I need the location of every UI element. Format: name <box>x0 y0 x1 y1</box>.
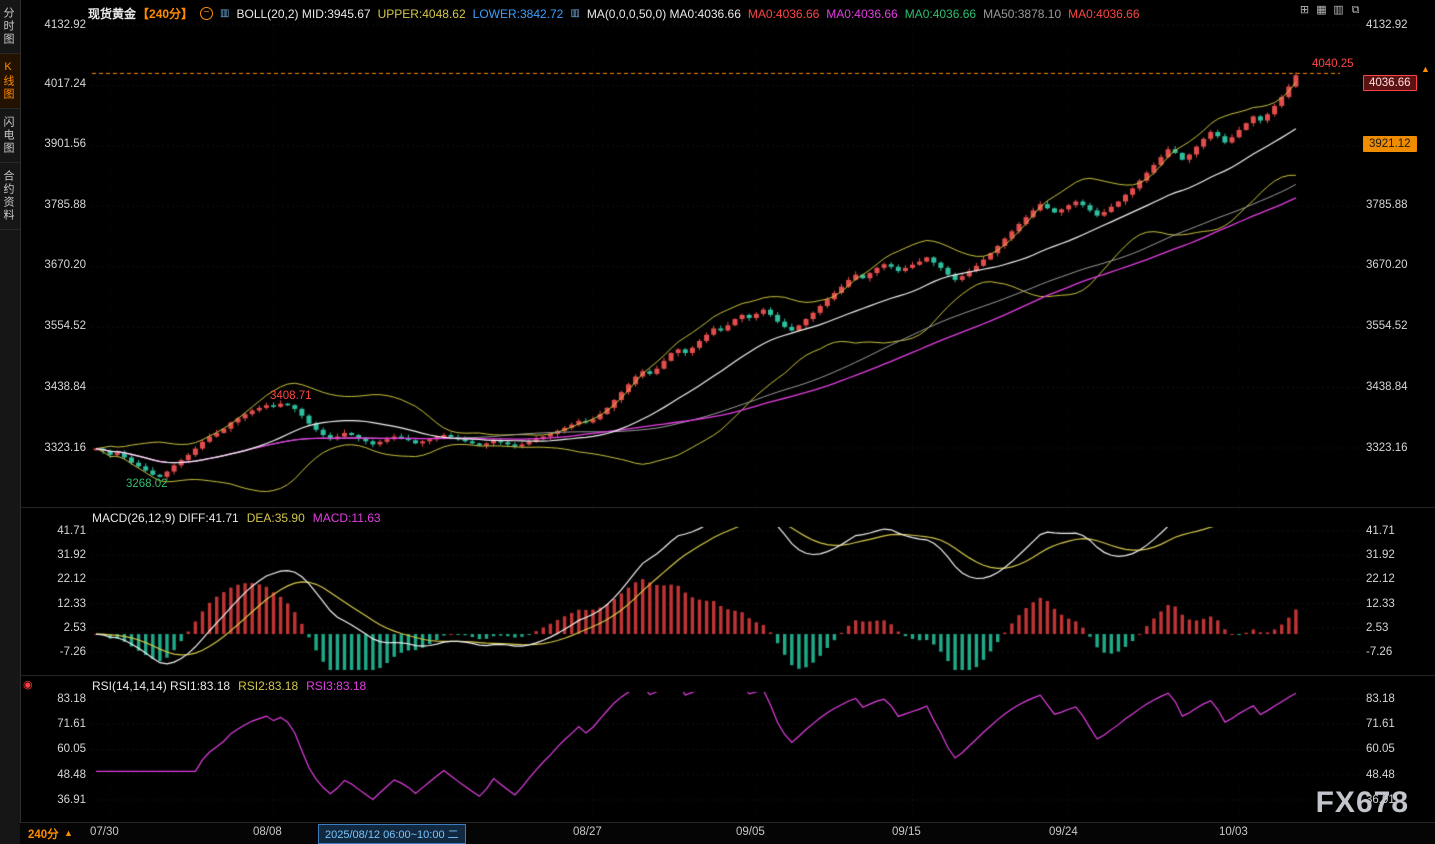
reference-price-tag: 3921.12 <box>1363 136 1417 152</box>
rsi3-value: RSI3:83.18 <box>306 679 366 693</box>
session-range-box[interactable]: 2025/08/12 06:00~10:00 二 <box>318 824 466 844</box>
rsi-axis-label: 83.18 <box>24 693 86 705</box>
ma-settings-icon[interactable]: ▥ <box>570 9 579 19</box>
sidebar-tab-kline[interactable]: K线图 <box>0 54 20 109</box>
last-price-tag: 4036.66 <box>1363 75 1417 91</box>
rsi-axis-label: 60.05 <box>24 743 86 755</box>
indicator-header-bar: 现货黄金 【240分】 − ▥ BOLL(20,2) MID:3945.67 U… <box>88 5 1140 22</box>
ma0-magenta-value: MA0:4036.66 <box>826 7 897 21</box>
time-tick-label: 09/15 <box>892 826 921 838</box>
macd-dea-value: DEA:35.90 <box>247 511 305 525</box>
add-window-icon[interactable]: ⊞ <box>1298 4 1311 17</box>
macd-axis-label: 2.53 <box>24 622 86 634</box>
price-axis-label: 3554.52 <box>1366 320 1432 332</box>
macd-axis-label: 41.71 <box>24 525 86 537</box>
fx678-watermark: FX678 <box>1316 786 1409 820</box>
ma-group-value: MA(0,0,0,50,0) MA0:4036.66 <box>587 7 741 21</box>
price-axis-label: 3670.20 <box>24 259 86 271</box>
period-up-arrow-icon[interactable]: ▲ <box>64 828 73 838</box>
rsi-axis-label: 60.05 <box>1366 743 1432 755</box>
macd-axis-label: 31.92 <box>24 549 86 561</box>
ma0-green-value: MA0:4036.66 <box>905 7 976 21</box>
period-label: 【240分】 <box>137 5 193 22</box>
ma0-red-value: MA0:4036.66 <box>748 7 819 21</box>
price-axis-label: 4132.92 <box>24 19 86 31</box>
macd-header: MACD(26,12,9) DIFF:41.71 DEA:35.90 MACD:… <box>92 511 381 525</box>
price-axis-label: 3438.84 <box>1366 381 1432 393</box>
price-axis-label: 3670.20 <box>1366 259 1432 271</box>
price-axis-label: 3785.88 <box>1366 199 1432 211</box>
time-tick-label: 08/27 <box>573 826 602 838</box>
collapse-indicator-icon[interactable]: − <box>200 7 213 20</box>
time-tick-label: 07/30 <box>90 826 119 838</box>
sidebar-tab-contract-info[interactable]: 合约资料 <box>0 163 20 230</box>
price-axis-label: 3323.16 <box>1366 442 1432 454</box>
panel-separator <box>20 675 1435 676</box>
window-layout-controls: ⊞ ▦ ▥ ⧉ <box>1298 4 1362 17</box>
indicator-marker-icon[interactable]: ◉ <box>23 678 33 691</box>
sidebar: 分时图 K线图 闪电图 合约资料 <box>0 0 21 844</box>
price-chart-canvas[interactable] <box>0 0 1435 844</box>
price-axis-label: 3901.56 <box>24 138 86 150</box>
symbol-name: 现货黄金 <box>88 5 136 22</box>
rsi-axis-label: 36.91 <box>24 794 86 806</box>
macd-axis-label: 22.12 <box>1366 573 1432 585</box>
price-up-arrow-icon: ▲ <box>1421 64 1430 74</box>
boll-settings-icon[interactable]: ▥ <box>220 9 229 19</box>
price-axis-label: 3554.52 <box>24 320 86 332</box>
boll-upper-value: UPPER:4048.62 <box>378 7 466 21</box>
macd-axis-label: 41.71 <box>1366 525 1432 537</box>
session-high-label: 4040.25 <box>1312 58 1354 70</box>
rsi2-value: RSI2:83.18 <box>238 679 298 693</box>
rsi-axis-label: 71.61 <box>1366 718 1432 730</box>
price-axis-label: 3323.16 <box>24 442 86 454</box>
price-axis-label: 3438.84 <box>24 381 86 393</box>
macd-axis-label: 12.33 <box>1366 598 1432 610</box>
sidebar-tab-lightning[interactable]: 闪电图 <box>0 109 20 163</box>
time-tick-label: 09/05 <box>736 826 765 838</box>
time-tick-label: 10/03 <box>1219 826 1248 838</box>
time-tick-label: 08/08 <box>253 826 282 838</box>
time-tick-label: 09/24 <box>1049 826 1078 838</box>
footer-period-label[interactable]: 240分 <box>28 826 59 842</box>
macd-axis-label: 31.92 <box>1366 549 1432 561</box>
time-axis-bar: 240分 ▲ 07/30 08/08 2025/08/12 06:00~10:0… <box>20 822 1435 844</box>
macd-value: MACD:11.63 <box>313 511 381 525</box>
macd-axis-label: 12.33 <box>24 598 86 610</box>
rsi-axis-label: 83.18 <box>1366 693 1432 705</box>
macd-axis-label: 22.12 <box>24 573 86 585</box>
price-axis-label: 4017.24 <box>24 78 86 90</box>
macd-axis-label: 2.53 <box>1366 622 1432 634</box>
grid-layout-icon[interactable]: ▦ <box>1315 4 1328 17</box>
macd-title: MACD(26,12,9) DIFF:41.71 <box>92 511 239 525</box>
expand-window-icon[interactable]: ⧉ <box>1349 4 1362 17</box>
ma50-value: MA50:3878.10 <box>983 7 1061 21</box>
panel-separator <box>20 507 1435 508</box>
rsi-header: RSI(14,14,14) RSI1:83.18 RSI2:83.18 RSI3… <box>92 679 366 693</box>
rsi-axis-label: 48.48 <box>1366 769 1432 781</box>
boll-value: BOLL(20,2) MID:3945.67 <box>237 7 371 21</box>
price-axis-label: 4132.92 <box>1366 19 1432 31</box>
macd-axis-label: -7.26 <box>24 646 86 658</box>
boll-lower-value: LOWER:3842.72 <box>473 7 564 21</box>
rsi-title: RSI(14,14,14) RSI1:83.18 <box>92 679 230 693</box>
rsi-axis-label: 48.48 <box>24 769 86 781</box>
rsi-axis-label: 71.61 <box>24 718 86 730</box>
swing-high-label: 3408.71 <box>270 390 312 402</box>
sidebar-tab-timeline[interactable]: 分时图 <box>0 0 20 54</box>
split-layout-icon[interactable]: ▥ <box>1332 4 1345 17</box>
macd-axis-label: -7.26 <box>1366 646 1432 658</box>
ma0-red2-value: MA0:4036.66 <box>1068 7 1139 21</box>
price-axis-label: 3785.88 <box>24 199 86 211</box>
swing-low-label: 3268.02 <box>126 478 168 490</box>
